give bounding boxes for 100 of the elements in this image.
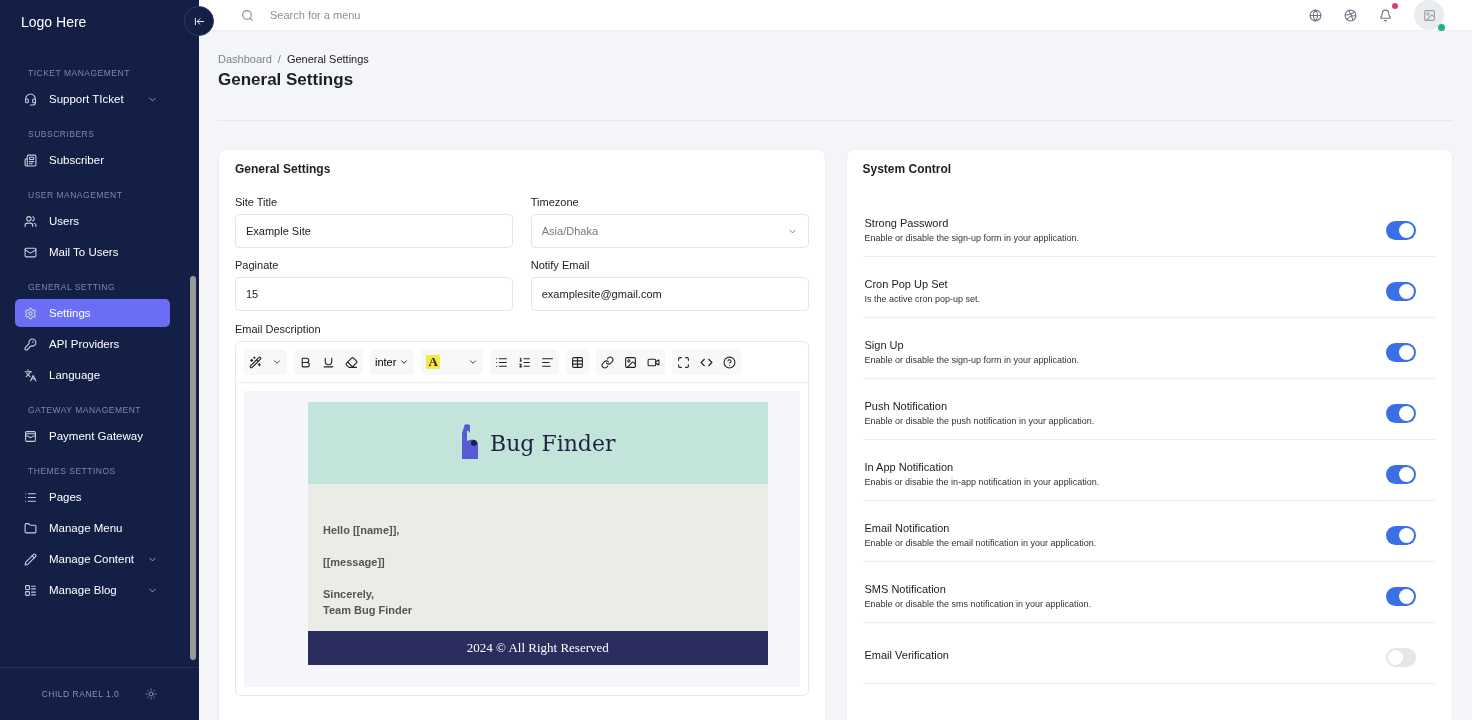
field-label: Email Description — [235, 323, 322, 335]
underline-icon[interactable] — [322, 355, 335, 369]
page-title: General Settings — [218, 70, 1453, 121]
headset-icon — [24, 92, 37, 106]
link-icon[interactable] — [600, 355, 614, 369]
bullet-list-icon[interactable] — [494, 355, 508, 369]
card-title: System Control — [862, 162, 953, 176]
sidebar-item-label: Language — [49, 369, 101, 381]
email-text: [[message]] — [323, 556, 386, 568]
setting-title: Email Notification — [864, 522, 951, 534]
numbered-list-icon[interactable] — [517, 355, 531, 369]
newspaper-icon — [24, 153, 37, 167]
sidebar-item-label: API Providers — [49, 338, 120, 350]
section-heading: GENERAL SETTING — [27, 281, 116, 294]
setting-title: Cron Pop Up Set — [864, 278, 949, 290]
highlight-button[interactable]: A — [426, 355, 440, 369]
breadcrumb-link[interactable]: Dashboard — [218, 53, 272, 65]
setting-title: Push Notification — [864, 400, 949, 412]
sidebar-item[interactable]: Support TIcket — [15, 85, 170, 113]
sidebar-item-label: Settings — [49, 307, 91, 319]
fullscreen-icon[interactable] — [676, 355, 690, 369]
chevron-icon — [272, 357, 282, 367]
section-heading: TICKET MANAGEMENT — [27, 67, 131, 80]
card-title: General Settings — [235, 162, 332, 176]
sidebar-item-label: Users — [49, 215, 80, 227]
sidebar-item-label: Manage Menu — [49, 522, 123, 534]
input-field[interactable]: 15 — [235, 277, 513, 311]
collapse-icon — [193, 15, 205, 27]
setting-description: Enable or disable the email notification in your application. — [864, 538, 1097, 548]
avatar[interactable] — [1414, 0, 1444, 30]
email-text: Team Bug Finder — [323, 604, 414, 616]
magic-wand-icon[interactable] — [249, 355, 262, 369]
setting-description: Enable or disable the sms notification in your application. — [864, 599, 1092, 609]
sidebar-item[interactable]: Manage Content — [15, 545, 170, 573]
sidebar-item[interactable]: Settings — [15, 299, 170, 327]
table-icon[interactable] — [570, 355, 584, 369]
email-text: Hello [[name]], — [323, 524, 401, 536]
version-text: CHILD RANEL 1.0 — [41, 689, 120, 699]
setting-description: Enabis or disabie the in-app notification in your application. — [864, 477, 1100, 487]
toggle-switch[interactable] — [1386, 220, 1416, 240]
section-heading: SUBSCRIBERS — [27, 128, 96, 141]
sun-icon[interactable] — [145, 688, 158, 700]
field-label: Site Title — [235, 196, 279, 208]
sidebar-item[interactable]: Subscriber — [15, 146, 170, 174]
input-field[interactable]: Example Site — [235, 214, 513, 248]
sidebar-item-label: Manage Content — [49, 553, 135, 565]
toggle-switch[interactable] — [1386, 647, 1416, 667]
notification-icon[interactable] — [1379, 8, 1392, 22]
setting-title: Email Verification — [864, 649, 949, 661]
toggle-switch[interactable] — [1386, 586, 1416, 606]
section-heading: THEMES SETTINOS — [27, 465, 117, 478]
wallet-icon — [24, 429, 37, 443]
sidebar-item-label: Manage Blog — [49, 584, 117, 596]
users-icon — [24, 214, 37, 228]
align-icon[interactable] — [540, 355, 554, 369]
sidebar-item[interactable]: Manage Blog — [15, 576, 170, 604]
collapse-sidebar-button[interactable] — [184, 6, 214, 36]
breadcrumb-current: General Settings — [286, 53, 369, 65]
field-label: Notify Email — [530, 259, 591, 271]
chevron-icon — [399, 357, 410, 367]
sidebar-item-label: Mail To Users — [49, 246, 119, 258]
search-icon — [241, 8, 254, 22]
logo-text: Logo Here — [20, 13, 88, 32]
sidebar-item-label: Pages — [49, 491, 82, 503]
sidebar-item[interactable]: Manage Menu — [15, 514, 170, 542]
globe-icon[interactable] — [1309, 8, 1322, 22]
setting-description: Enable or disable the push notification in your application. — [864, 416, 1095, 426]
setting-description: Enable or disable the sign-up form in your application. — [864, 355, 1080, 365]
field-label: Paginate — [235, 259, 280, 271]
select-field[interactable]: Asia/Dhaka — [530, 214, 809, 248]
help-icon[interactable] — [722, 355, 736, 369]
gear-icon — [24, 306, 37, 320]
ball-icon[interactable] — [1344, 8, 1357, 22]
setting-title: In App Notification — [864, 461, 955, 473]
toggle-switch[interactable] — [1386, 464, 1416, 484]
sidebar-item-label: Payment Gateway — [49, 430, 143, 442]
mail-icon — [24, 245, 37, 259]
toggle-switch[interactable] — [1386, 342, 1416, 362]
sidebar-item[interactable]: API Providers — [15, 330, 170, 358]
sidebar-item[interactable]: Pages — [15, 483, 170, 511]
toggle-switch[interactable] — [1386, 525, 1416, 545]
toggle-switch[interactable] — [1386, 281, 1416, 301]
sidebar-item[interactable]: Mail To Users — [15, 238, 170, 266]
section-heading: USER MANAGEMENT — [27, 189, 124, 202]
setting-description: Enable or disable the sign-up form in your application. — [864, 233, 1080, 243]
pencil-icon — [24, 552, 37, 566]
key-icon — [24, 337, 37, 351]
sidebar-item[interactable]: Payment Gateway — [15, 422, 170, 450]
setting-title: Sign Up — [864, 339, 905, 351]
eraser-icon[interactable] — [345, 355, 358, 369]
brand-name: Bug Finder — [490, 430, 616, 456]
input-field[interactable]: examplesite@gmail.com — [530, 277, 809, 311]
setting-title: SMS Notification — [864, 583, 947, 595]
sidebar-item[interactable]: Language — [15, 361, 170, 389]
sidebar-item[interactable]: Users — [15, 207, 170, 235]
bold-icon[interactable] — [299, 355, 312, 369]
language-icon — [24, 368, 37, 382]
toggle-switch[interactable] — [1386, 403, 1416, 423]
list-icon — [24, 490, 37, 504]
image-icon[interactable] — [623, 355, 637, 369]
